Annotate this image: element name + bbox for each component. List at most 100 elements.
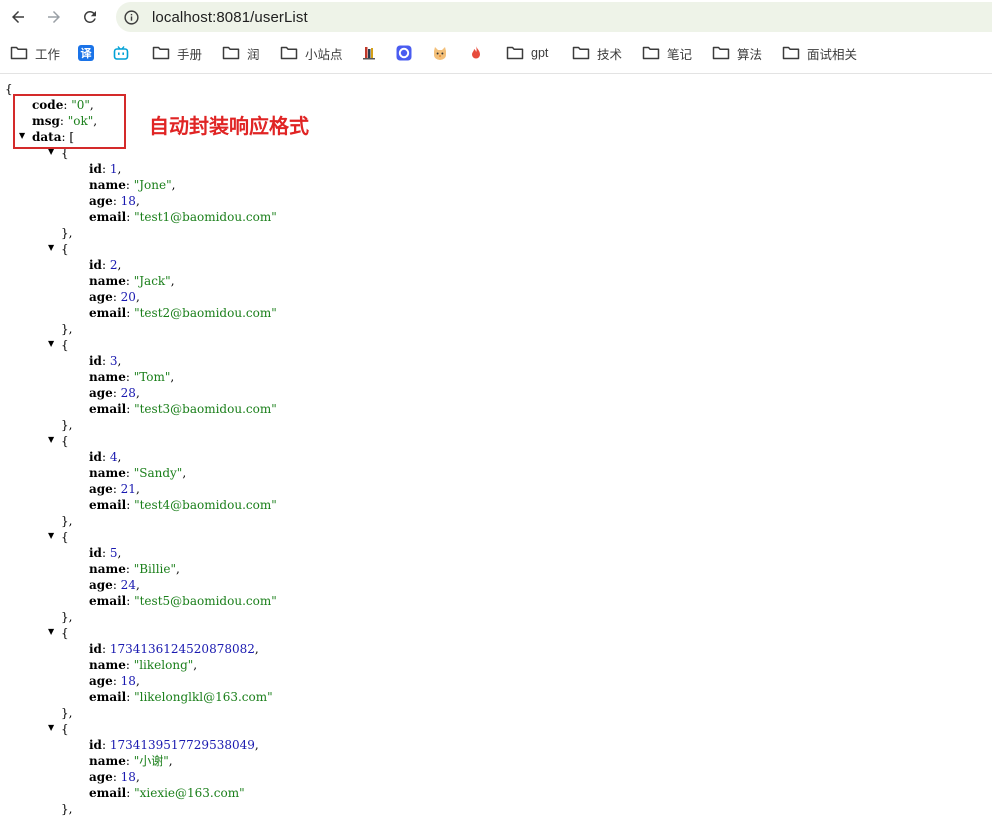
json-field-id: id: 3, [89,354,122,368]
json-item-close: }, [61,322,73,336]
folder-icon [280,46,298,60]
json-value: "Jone" [133,178,172,192]
json-value: "xiexie@163.com" [134,786,245,800]
bookmark-folder-algorithms[interactable]: 算法 [712,38,762,68]
json-value: 1734139517729538049 [109,738,255,752]
collapse-toggle-item[interactable]: ▼ [48,432,54,448]
bookmark-folder-notes[interactable]: 笔记 [642,38,692,68]
bookmark-cat[interactable] [432,38,448,68]
collapse-toggle-item[interactable]: ▼ [48,624,54,640]
bookmark-folder-interview[interactable]: 面试相关 [782,38,857,68]
json-value: "小谢" [133,754,169,768]
forward-button[interactable] [42,5,66,29]
folder-icon [222,46,240,60]
json-field-name: name: "likelong", [89,658,198,672]
cat-icon [432,45,448,61]
bookmark-folder-small-sites[interactable]: 小站点 [280,38,343,68]
json-item-open: { [61,434,69,448]
json-field-id: id: 4, [89,450,122,464]
json-value: "likelong" [133,658,194,672]
json-item-close: }, [61,514,73,528]
collapse-toggle-item[interactable]: ▼ [48,528,54,544]
json-field-name: name: "Tom", [89,370,175,384]
folder-icon [152,46,170,60]
arrow-right-icon [48,11,60,23]
toolbar-divider [0,73,992,74]
folder-icon [572,46,590,60]
json-item-open: { [61,242,69,256]
json-value: 28 [120,386,136,400]
json-field-age: age: 20, [89,290,140,304]
folder-icon [782,46,800,60]
bookmark-translate[interactable]: 译 [78,38,94,68]
json-value: "test4@baomidou.com" [134,498,277,512]
bookmark-bilibili[interactable] [113,38,129,68]
bilibili-icon [113,45,129,61]
json-field-email: email: "test4@baomidou.com" [89,498,277,512]
json-field-name: name: "小谢", [89,754,173,768]
json-item-close: }, [61,418,73,432]
json-field-age: age: 18, [89,674,140,688]
json-field-name: name: "Jack", [89,274,175,288]
circle-app-icon [396,45,412,61]
bookmark-label: 笔记 [667,47,693,62]
url-text[interactable]: localhost:8081/userList [152,9,308,26]
books-icon [361,45,377,61]
json-item-close: }, [61,226,73,240]
json-field-email: email: "test1@baomidou.com" [89,210,277,224]
flame-icon [468,45,484,61]
json-value: 1734136124520878082 [109,642,255,656]
bookmark-books[interactable] [361,38,377,68]
translate-icon: 译 [78,45,94,61]
bookmark-label: gpt [531,46,549,60]
json-field-email: email: "likelonglkl@163.com" [89,690,273,704]
json-field-age: age: 28, [89,386,140,400]
json-value: "test3@baomidou.com" [134,402,277,416]
json-value: 20 [120,290,136,304]
annotation-highlight-box [13,94,126,149]
reload-button[interactable] [78,5,102,29]
json-value: "test2@baomidou.com" [134,306,277,320]
json-value: "Billie" [133,562,177,576]
collapse-toggle-item[interactable]: ▼ [48,240,54,256]
bookmark-flame[interactable] [468,38,484,68]
bookmark-circle-app[interactable] [396,38,412,68]
address-bar[interactable]: localhost:8081/userList [116,2,992,32]
json-field-age: age: 21, [89,482,140,496]
bookmark-folder-run[interactable]: 润 [222,38,260,68]
bookmark-folder-tech[interactable]: 技术 [572,38,622,68]
browser-toolbar: localhost:8081/userList [0,0,992,34]
bookmark-folder-manual[interactable]: 手册 [152,38,202,68]
json-value: 18 [120,770,136,784]
bookmark-folder-gpt[interactable]: gpt [506,38,548,68]
info-icon [123,9,139,25]
json-field-age: age: 18, [89,770,140,784]
reload-icon [83,10,96,23]
json-item-close: }, [61,802,73,816]
json-value: "likelonglkl@163.com" [134,690,273,704]
collapse-toggle-item[interactable]: ▼ [48,720,54,736]
collapse-toggle-item[interactable]: ▼ [48,336,54,352]
json-item-open: { [61,338,69,352]
bookmarks-bar: 工作 译 手册 润 小站点 gpt 技术 笔记 算法 面试相关 [0,38,992,70]
bookmark-label: 算法 [737,47,763,62]
json-item-open: { [61,626,69,640]
json-open-brace: { [5,82,13,96]
json-item-open: { [61,722,69,736]
json-value: "test1@baomidou.com" [134,210,277,224]
bookmark-folder-work[interactable]: 工作 [10,38,60,68]
json-field-id: id: 2, [89,258,122,272]
json-field-email: email: "xiexie@163.com" [89,786,245,800]
folder-icon [712,46,730,60]
json-item-close: }, [61,706,73,720]
json-value: "Tom" [133,370,171,384]
bookmark-label: 润 [247,47,260,62]
bookmark-label: 技术 [597,47,623,62]
json-field-id: id: 1, [89,162,122,176]
json-field-name: name: "Billie", [89,562,180,576]
back-button[interactable] [6,5,30,29]
bookmark-label: 工作 [35,47,61,62]
site-info-button[interactable] [119,5,143,29]
folder-icon [506,46,524,60]
json-value: 18 [120,674,136,688]
